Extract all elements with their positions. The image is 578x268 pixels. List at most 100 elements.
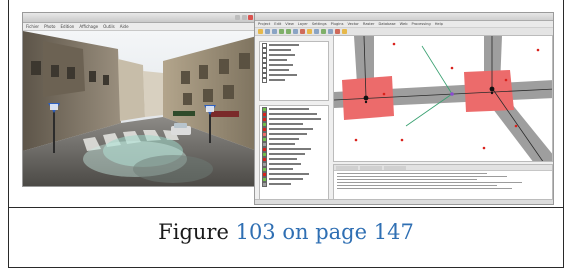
menu-item[interactable]: Photo	[44, 24, 55, 29]
caption-divider	[8, 207, 564, 208]
menu-item[interactable]: Help	[435, 22, 443, 26]
menu-item[interactable]: Plugins	[331, 22, 344, 26]
menu-item[interactable]: Project	[258, 22, 270, 26]
add-feature-icon[interactable]	[307, 29, 312, 34]
layer-item[interactable]	[262, 126, 326, 132]
list-item[interactable]	[262, 47, 326, 53]
menu-item[interactable]: Outils	[103, 24, 115, 29]
gis-titlebar	[255, 13, 553, 21]
layer-label	[268, 133, 307, 135]
layer-item[interactable]	[262, 156, 326, 162]
layer-label	[268, 168, 293, 170]
table-row[interactable]	[337, 179, 477, 180]
street-photo-illustration	[23, 31, 255, 186]
open-project-icon[interactable]	[258, 29, 263, 34]
zoom-in-icon[interactable]	[279, 29, 284, 34]
layer-item[interactable]	[262, 121, 326, 127]
select-icon[interactable]	[314, 29, 319, 34]
refresh-icon[interactable]	[328, 29, 333, 34]
menu-item[interactable]: Edition	[61, 24, 75, 29]
list-item[interactable]	[262, 57, 326, 63]
close-icon[interactable]	[248, 15, 253, 20]
map-canvas[interactable]	[333, 35, 553, 162]
gis-menubar: Project Edit View Layer Settings Plugins…	[255, 21, 553, 28]
layer-item[interactable]	[262, 106, 326, 112]
menu-item[interactable]: Affichage	[79, 24, 98, 29]
tab-results[interactable]	[384, 165, 406, 170]
menu-item[interactable]: Layer	[298, 22, 308, 26]
layer-item[interactable]	[262, 181, 326, 187]
menu-item[interactable]: Settings	[312, 22, 327, 26]
street-photo[interactable]	[23, 31, 255, 186]
feature-point	[400, 138, 404, 142]
layer-label	[268, 178, 303, 180]
menu-item[interactable]: Raster	[363, 22, 375, 26]
edit-icon[interactable]	[300, 29, 305, 34]
tab-identify[interactable]	[360, 165, 382, 170]
layer-label	[268, 158, 297, 160]
save-icon[interactable]	[265, 29, 270, 34]
road-network-map	[334, 36, 552, 161]
table-row[interactable]	[337, 173, 487, 174]
figure-caption: Figure 103 on page 147	[8, 220, 564, 244]
page-number-link[interactable]: 147	[374, 220, 414, 244]
table-row[interactable]	[337, 182, 522, 183]
layer-item[interactable]	[262, 141, 326, 147]
list-item[interactable]	[262, 42, 326, 48]
list-item-label	[268, 54, 295, 56]
feature-point	[450, 66, 454, 70]
layer-item[interactable]	[262, 116, 326, 122]
menu-item[interactable]: Database	[379, 22, 396, 26]
feature-point	[482, 146, 486, 150]
menu-item[interactable]: Fichier	[26, 24, 39, 29]
layer-label	[268, 138, 299, 140]
list-item[interactable]	[262, 72, 326, 78]
list-item-label	[268, 69, 289, 71]
layer-item[interactable]	[262, 166, 326, 172]
street-view-titlebar	[23, 13, 255, 23]
layer-item[interactable]	[262, 131, 326, 137]
menu-item[interactable]: Web	[400, 22, 408, 26]
layer-item[interactable]	[262, 171, 326, 177]
menu-item[interactable]: Vector	[347, 22, 358, 26]
tab-attributes[interactable]	[336, 165, 358, 170]
list-item[interactable]	[262, 77, 326, 83]
layer-label	[268, 163, 301, 165]
menu-item[interactable]: View	[285, 22, 294, 26]
layer-item[interactable]	[262, 151, 326, 157]
list-item-label	[268, 64, 293, 66]
identify-icon[interactable]	[293, 29, 298, 34]
checkbox[interactable]	[262, 77, 267, 83]
street-view-menubar: Fichier Photo Edition Affichage Outils A…	[23, 23, 255, 31]
zoom-out-icon[interactable]	[286, 29, 291, 34]
layer-item[interactable]	[262, 161, 326, 167]
list-item[interactable]	[262, 67, 326, 73]
delete-icon[interactable]	[335, 29, 340, 34]
pan-icon[interactable]	[272, 29, 277, 34]
list-item[interactable]	[262, 62, 326, 68]
maximize-icon[interactable]	[241, 15, 247, 20]
table-row[interactable]	[337, 176, 507, 177]
gis-statusbar	[255, 199, 553, 204]
feature-point	[392, 42, 396, 46]
measure-icon[interactable]	[321, 29, 326, 34]
table-row[interactable]	[337, 185, 497, 186]
camera-point	[450, 92, 454, 96]
layer-label	[268, 148, 311, 150]
menu-item[interactable]: Edit	[274, 22, 281, 26]
minimize-icon[interactable]	[235, 15, 240, 20]
feature-point	[504, 78, 508, 82]
layer-item[interactable]	[262, 136, 326, 142]
menu-item[interactable]: Processing	[412, 22, 431, 26]
list-item[interactable]	[262, 52, 326, 58]
menu-item[interactable]: Aide	[120, 24, 129, 29]
gis-window: Project Edit View Layer Settings Plugins…	[254, 12, 554, 205]
layer-item[interactable]	[262, 176, 326, 182]
caption-on-page-link[interactable]: on page	[282, 220, 367, 244]
layer-icon[interactable]	[342, 29, 347, 34]
table-row[interactable]	[337, 188, 512, 189]
layer-item[interactable]	[262, 146, 326, 152]
figure-number-link[interactable]: 103	[236, 220, 276, 244]
layer-item[interactable]	[262, 111, 326, 117]
checkbox[interactable]	[262, 181, 267, 187]
